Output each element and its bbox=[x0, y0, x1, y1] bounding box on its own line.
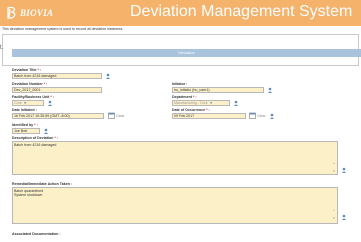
intro-text: This deviation management system is used… bbox=[2, 27, 124, 31]
remedial-action-label: Remedial/Immediate Action Taken : bbox=[12, 182, 73, 186]
deviation-number-label: Deviation Number * : bbox=[12, 82, 48, 86]
biovia-logo-icon bbox=[7, 6, 16, 19]
scroll-down-icon[interactable]: v bbox=[332, 215, 336, 220]
identified-by-field[interactable]: Joe Bob bbox=[12, 128, 40, 134]
person-search-icon[interactable] bbox=[341, 167, 347, 173]
logo-text: BIOVIA bbox=[20, 8, 54, 18]
chevron-down-icon: ▼ bbox=[23, 101, 27, 105]
facility-select[interactable]: Cork ▼ bbox=[12, 100, 44, 106]
facility-label: Facility/Business Unit * : bbox=[12, 95, 54, 99]
date-of-occurrence-field[interactable]: 09 Feb 2017 bbox=[172, 113, 246, 119]
date-initiated-label: Date Initiated : bbox=[12, 108, 37, 112]
biovia-logo: BIOVIA bbox=[6, 5, 53, 21]
department-label: Department * : bbox=[172, 95, 197, 99]
department-select[interactable]: Manufacturing - Cork ▼ bbox=[172, 100, 230, 106]
initiator-field[interactable]: hu_initiatio (hu_user1) bbox=[172, 87, 264, 93]
deviation-title-label: Deviation Title * : bbox=[12, 68, 42, 72]
date-initiated-field[interactable]: 16 Feb 2017 10:35:59 (GMT -8:00) bbox=[12, 113, 104, 119]
identified-by-label: Identified by * : bbox=[12, 123, 38, 127]
person-search-icon[interactable] bbox=[233, 100, 239, 106]
app-title: Deviation Management System bbox=[130, 3, 353, 20]
deviation-title-field[interactable]: Batch from 4216 damaged bbox=[12, 73, 102, 79]
date-initiated-clear-link[interactable]: Clear bbox=[116, 114, 125, 118]
scroll-down-icon[interactable]: v bbox=[332, 168, 336, 173]
scroll-up-icon[interactable]: ^ bbox=[332, 208, 336, 213]
left-edge-marker: t. bbox=[0, 45, 4, 51]
scroll-up-icon[interactable]: ^ bbox=[332, 161, 336, 166]
section-header-deviation: Deviation bbox=[12, 49, 361, 57]
description-textarea[interactable]: Batch from 4216 damaged bbox=[12, 141, 338, 175]
person-search-icon[interactable] bbox=[341, 214, 347, 220]
date-of-occurrence-clear-link[interactable]: Clear bbox=[257, 114, 266, 118]
chevron-down-icon: ▼ bbox=[209, 101, 213, 105]
calendar-icon[interactable] bbox=[249, 112, 256, 119]
date-of-occurrence-label: Date of Occurrence * : bbox=[172, 108, 210, 112]
description-label: Description of Deviation * : bbox=[12, 136, 58, 140]
associated-documentation-label: Associated Documentation : bbox=[12, 232, 61, 236]
app-header: BIOVIA Deviation Management System bbox=[0, 0, 361, 26]
remedial-action-textarea[interactable]: Batch quarantined System shutdown bbox=[12, 187, 338, 224]
deviation-number-field[interactable]: Dev_2017_0001 bbox=[12, 87, 102, 93]
calendar-icon[interactable] bbox=[108, 112, 115, 119]
person-search-icon[interactable] bbox=[47, 100, 53, 106]
person-search-icon[interactable] bbox=[105, 73, 111, 79]
person-search-icon[interactable] bbox=[43, 128, 49, 134]
person-search-icon[interactable] bbox=[267, 87, 273, 93]
initiator-label: Initiator : bbox=[172, 82, 188, 86]
person-search-icon[interactable] bbox=[269, 113, 275, 119]
